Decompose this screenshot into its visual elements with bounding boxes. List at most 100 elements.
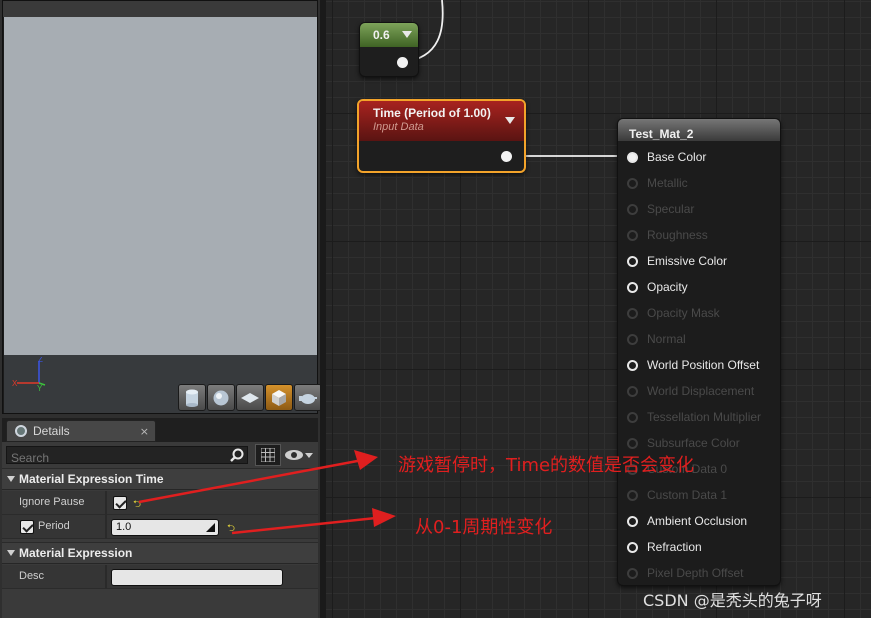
- input-pin-icon: [627, 333, 638, 345]
- material-pin-row: Custom Data 1: [627, 486, 727, 504]
- period-enable-checkbox[interactable]: [20, 520, 34, 534]
- collapse-triangle-icon[interactable]: [402, 31, 412, 38]
- input-pin-icon: [627, 437, 638, 449]
- material-graph-canvas[interactable]: [320, 0, 871, 618]
- ignore-pause-label: Ignore Pause: [19, 496, 85, 508]
- reset-to-default-icon[interactable]: ⮌: [133, 497, 141, 514]
- category-material-expression-time[interactable]: Material Expression Time: [2, 468, 318, 490]
- material-pin-row[interactable]: Ambient Occlusion: [627, 512, 747, 530]
- left-panel: Z X Y Details × Search Material Expressi…: [0, 0, 322, 618]
- category-material-expression[interactable]: Material Expression: [2, 542, 318, 564]
- pin-label: World Position Offset: [647, 358, 760, 372]
- material-node-title: Test_Mat_2: [629, 127, 694, 141]
- sphere-icon: [213, 390, 229, 405]
- pin-label: Specular: [647, 202, 695, 216]
- viewport-toolbar: [3, 1, 317, 17]
- pin-label: World Displacement: [647, 384, 755, 398]
- time-output-pin[interactable]: [501, 151, 512, 162]
- constant-node[interactable]: 0.6: [359, 22, 419, 77]
- details-tab-bar: Details ×: [2, 418, 318, 442]
- search-icon: [230, 448, 244, 462]
- details-search-input[interactable]: [7, 450, 227, 466]
- eye-icon: [285, 450, 303, 460]
- input-pin-icon[interactable]: [627, 541, 638, 553]
- ignore-pause-checkbox[interactable]: [113, 496, 127, 510]
- cube-icon: [272, 389, 286, 406]
- category-title: Material Expression Time: [19, 472, 164, 486]
- preview-cylinder-button[interactable]: [178, 384, 206, 411]
- constant-output-pin[interactable]: [397, 57, 408, 68]
- material-pin-row: Pixel Depth Offset: [627, 564, 744, 582]
- pin-label: Refraction: [647, 540, 702, 554]
- property-desc: Desc: [2, 565, 318, 589]
- pin-label: Custom Data 1: [647, 488, 728, 502]
- svg-text:X: X: [12, 379, 18, 388]
- pin-label: Normal: [647, 332, 686, 346]
- input-pin-icon: [627, 411, 638, 423]
- input-pin-icon[interactable]: [627, 281, 638, 293]
- desc-label: Desc: [19, 570, 45, 582]
- preview-shape-buttons: [178, 384, 322, 411]
- pin-label: Tessellation Multiplier: [647, 410, 762, 424]
- input-pin-icon: [627, 489, 638, 501]
- period-value-input[interactable]: 1.0: [111, 519, 219, 536]
- material-pin-row[interactable]: World Position Offset: [627, 356, 759, 374]
- resize-handle-icon: [206, 523, 215, 532]
- pin-label: Pixel Depth Offset: [647, 566, 744, 580]
- collapse-triangle-icon[interactable]: [505, 117, 515, 124]
- material-node-header: Test_Mat_2: [618, 119, 780, 141]
- material-result-node[interactable]: Test_Mat_2 Base Color Metallic Specular Rou…: [617, 118, 781, 586]
- tab-close-icon[interactable]: ×: [140, 425, 149, 438]
- chevron-down-icon: [305, 453, 313, 458]
- property-period: Period 1.0 ⮌: [2, 515, 318, 539]
- pin-label: Ambient Occlusion: [647, 514, 748, 528]
- material-pin-row: Opacity Mask: [627, 304, 720, 322]
- input-pin-icon: [627, 307, 638, 319]
- preview-viewport[interactable]: [4, 17, 317, 355]
- material-pin-row[interactable]: Emissive Color: [627, 252, 727, 270]
- input-pin-icon: [627, 203, 638, 215]
- preview-sphere-button[interactable]: [207, 384, 235, 411]
- material-pin-row[interactable]: Refraction: [627, 538, 702, 556]
- material-pin-row: Tessellation Multiplier: [627, 408, 761, 426]
- property-matrix-button[interactable]: [255, 444, 281, 466]
- material-pin-row[interactable]: Opacity: [627, 278, 688, 296]
- annotation-note-1: 游戏暂停时，Time的数值是否会变化: [398, 455, 695, 476]
- pin-label: Metallic: [647, 176, 688, 190]
- material-pin-row[interactable]: Base Color: [627, 148, 706, 166]
- details-empty-area: [2, 590, 318, 618]
- material-editor-window: Z X Y Details × Search Material Expressi…: [0, 0, 871, 618]
- column-divider: [105, 491, 107, 515]
- grid-icon: [261, 448, 275, 462]
- time-node[interactable]: Time (Period of 1.00) Input Data: [357, 99, 526, 173]
- annotation-note-2: 从0-1周期性变化: [415, 517, 553, 538]
- svg-text:Z: Z: [38, 357, 43, 364]
- input-pin-icon[interactable]: [627, 255, 638, 267]
- plane-icon: [241, 392, 259, 403]
- view-options-button[interactable]: [284, 446, 316, 464]
- tab-details[interactable]: Details ×: [6, 420, 156, 442]
- input-pin-icon: [627, 385, 638, 397]
- constant-node-header: 0.6: [360, 23, 418, 47]
- pin-label: Base Color: [647, 150, 707, 164]
- time-node-header: Time (Period of 1.00) Input Data: [359, 101, 524, 141]
- column-divider: [105, 565, 107, 589]
- input-pin-icon: [627, 229, 638, 241]
- tab-details-label: Details: [33, 424, 70, 438]
- teapot-icon: [299, 393, 317, 404]
- column-divider: [105, 515, 107, 539]
- material-pin-row: World Displacement: [627, 382, 754, 400]
- input-pin-icon[interactable]: [627, 515, 638, 527]
- preview-viewport-panel: Z X Y: [2, 0, 322, 414]
- watermark: CSDN @是秃头的兔子呀: [643, 591, 822, 610]
- input-pin-icon[interactable]: [627, 359, 638, 371]
- preview-custom-mesh-button[interactable]: [294, 384, 322, 411]
- material-pin-row: Subsurface Color: [627, 434, 740, 452]
- preview-cube-button[interactable]: [265, 384, 293, 411]
- preview-plane-button[interactable]: [236, 384, 264, 411]
- reset-to-default-icon[interactable]: ⮌: [227, 521, 235, 538]
- time-node-subtitle: Input Data: [373, 121, 424, 133]
- desc-input[interactable]: [111, 569, 283, 586]
- input-pin-icon[interactable]: [627, 151, 638, 163]
- material-pin-row: Metallic: [627, 174, 688, 192]
